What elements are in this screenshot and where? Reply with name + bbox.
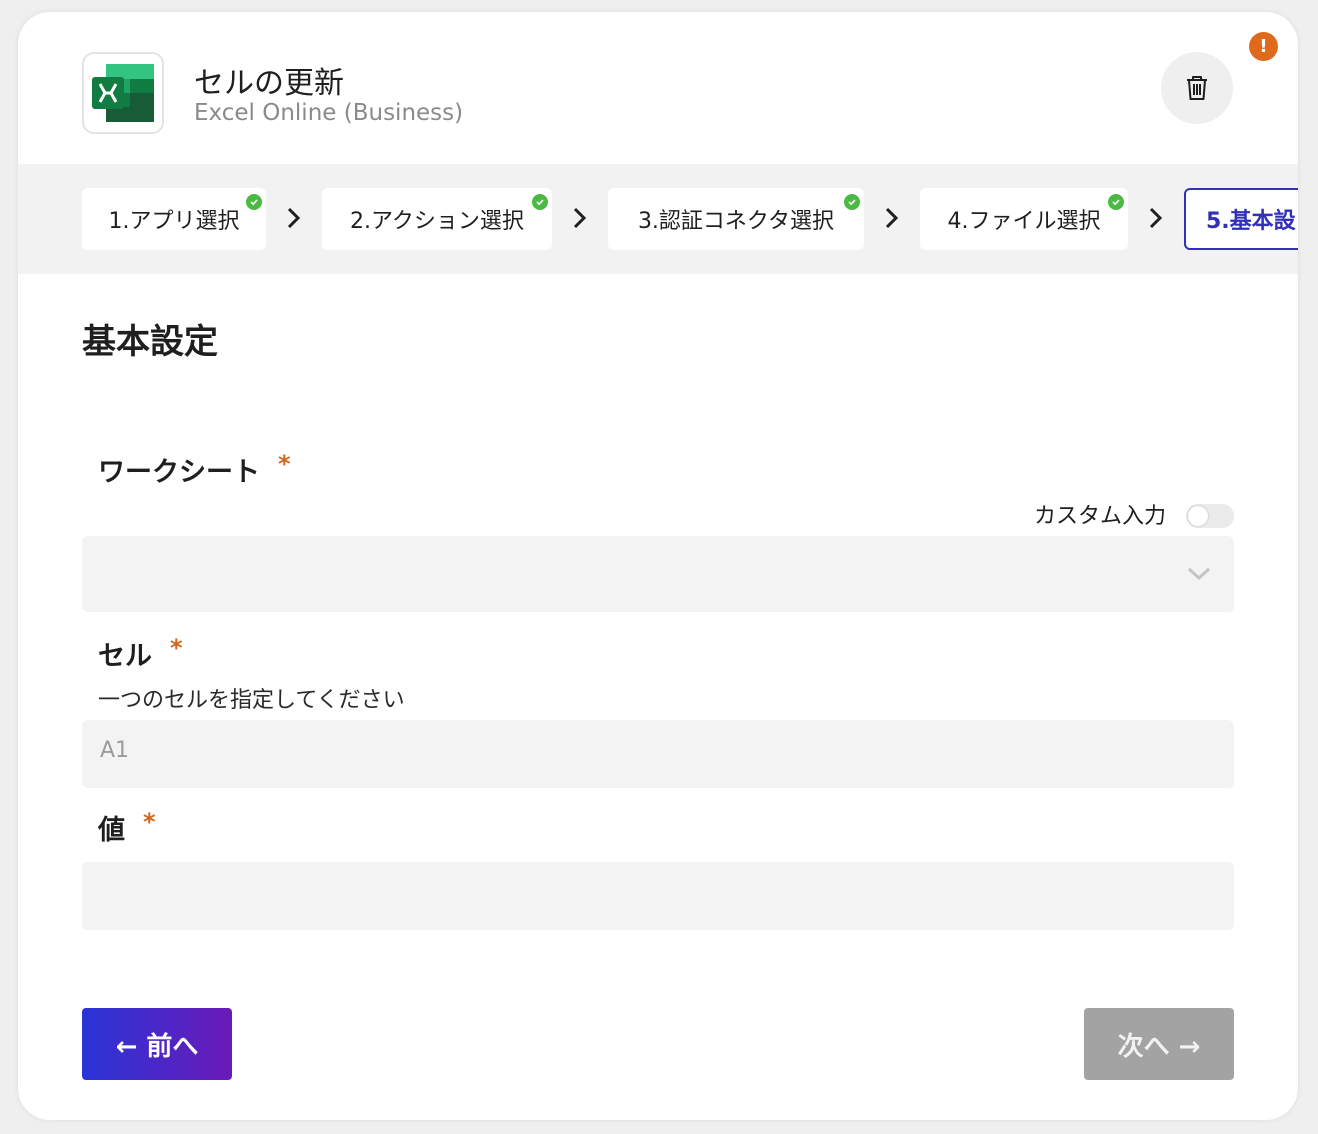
custom-input-toggle[interactable] <box>1186 504 1234 528</box>
value-label: 値 * <box>98 808 156 847</box>
required-mark: * <box>143 808 156 836</box>
step-connector-select[interactable]: 3.認証コネクタ選択 <box>608 188 864 250</box>
step-label: 1.アプリ選択 <box>108 209 240 234</box>
worksheet-label: ワークシート * <box>98 450 291 489</box>
action-settings-card: セルの更新 Excel Online (Business) ! 1.アプリ選択 … <box>18 12 1298 1120</box>
next-button[interactable]: 次へ → <box>1084 1008 1234 1080</box>
chevron-right-icon <box>885 207 899 229</box>
required-mark: * <box>170 634 183 662</box>
page-title: セルの更新 <box>194 66 344 101</box>
check-icon <box>532 194 548 210</box>
alert-badge[interactable]: ! <box>1249 32 1278 61</box>
excel-icon <box>82 52 164 134</box>
value-label-text: 値 <box>98 815 125 846</box>
toggle-knob <box>1188 506 1208 526</box>
step-label: 4.ファイル選択 <box>947 209 1101 234</box>
delete-button[interactable] <box>1161 52 1233 124</box>
check-icon <box>844 194 860 210</box>
worksheet-select[interactable] <box>82 536 1234 612</box>
step-file-select[interactable]: 4.ファイル選択 <box>920 188 1128 250</box>
app-subtitle: Excel Online (Business) <box>194 100 464 126</box>
step-action-select[interactable]: 2.アクション選択 <box>322 188 552 250</box>
cell-label-text: セル <box>98 641 152 672</box>
chevron-right-icon <box>573 207 587 229</box>
custom-input-label: カスタム入力 <box>1034 504 1167 529</box>
section-title: 基本設定 <box>82 322 218 362</box>
worksheet-label-text: ワークシート <box>98 457 260 488</box>
step-label: 2.アクション選択 <box>350 209 524 234</box>
step-label: 5.基本設 <box>1206 209 1296 234</box>
step-navigation: 1.アプリ選択 2.アクション選択 3.認証コネクタ選択 4.ファイル選択 5.… <box>18 164 1298 274</box>
check-icon <box>1108 194 1124 210</box>
trash-icon <box>1187 76 1207 100</box>
cell-helper-text: 一つのセルを指定してください <box>98 688 405 713</box>
chevron-down-icon <box>1187 567 1211 581</box>
chevron-right-icon <box>1149 207 1163 229</box>
prev-button[interactable]: ← 前へ <box>82 1008 232 1080</box>
cell-input[interactable]: A1 <box>82 720 1234 788</box>
step-app-select[interactable]: 1.アプリ選択 <box>82 188 266 250</box>
check-icon <box>246 194 262 210</box>
step-label: 3.認証コネクタ選択 <box>637 209 835 234</box>
step-basic-settings[interactable]: 5.基本設 <box>1184 188 1298 250</box>
cell-placeholder: A1 <box>100 738 130 763</box>
cell-label: セル * <box>98 634 183 673</box>
chevron-right-icon <box>287 207 301 229</box>
value-input[interactable] <box>82 862 1234 930</box>
required-mark: * <box>278 450 291 478</box>
